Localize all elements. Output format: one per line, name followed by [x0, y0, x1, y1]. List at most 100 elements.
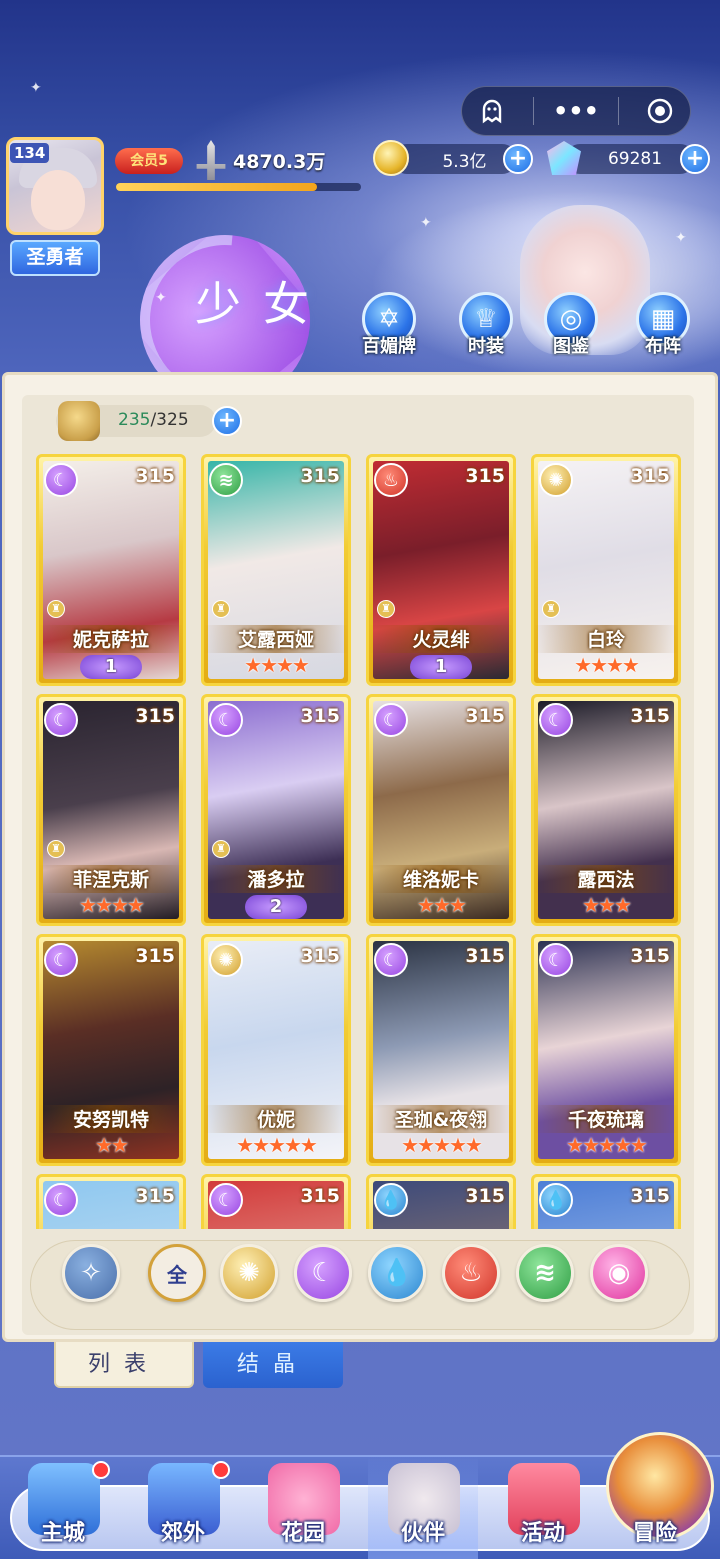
partner-name: 露西法: [534, 865, 678, 893]
partner-name: 菲涅克斯: [39, 865, 183, 893]
target-icon[interactable]: [642, 93, 678, 129]
partner-card[interactable]: ☾ 315 安努凯特 ★★: [36, 934, 186, 1166]
partner-level: 315: [465, 1185, 505, 1207]
formation-button-label: 布阵: [645, 336, 681, 357]
gem-value: 69281: [607, 149, 663, 169]
filter-fire-button[interactable]: ♨: [442, 1244, 500, 1302]
filter-star-button[interactable]: ◉: [590, 1244, 648, 1302]
element-filter-bar: [30, 1240, 690, 1330]
partner-level: 315: [300, 465, 340, 487]
filter-sun-button[interactable]: ✺: [220, 1244, 278, 1302]
notification-dot: [212, 1461, 230, 1479]
nav-label: 花园: [280, 1521, 325, 1546]
vip-badge[interactable]: 会员5: [115, 148, 183, 174]
capsule-divider: [533, 97, 535, 125]
partner-name: 白玲: [534, 625, 678, 653]
filter-wind-button[interactable]: ≋: [516, 1244, 574, 1302]
partner-card[interactable]: ☾ 315 千夜琉璃 ★★★★★: [531, 934, 681, 1166]
lock-icon: ♜: [212, 840, 230, 858]
nav-label: 郊外: [160, 1521, 205, 1546]
partner-name: 潘多拉: [204, 865, 348, 893]
partner-card[interactable]: ♨ 315 ♜ 火灵绯 1: [366, 454, 516, 686]
nav-adventure[interactable]: 冒险: [600, 1455, 710, 1559]
partner-card[interactable]: ☾ 315 露西法 ★★★: [531, 694, 681, 926]
partner-card[interactable]: 💧 315: [531, 1174, 681, 1229]
nav-gift[interactable]: 活动: [488, 1455, 598, 1559]
partner-level: 315: [300, 945, 340, 967]
formation-button[interactable]: ▦ 布阵: [630, 292, 696, 358]
partner-card[interactable]: ☾ 315: [201, 1174, 351, 1229]
partner-card[interactable]: ☾ 315 ♜ 妮克萨拉 1: [36, 454, 186, 686]
card-button[interactable]: ✡ 百媚牌: [356, 292, 422, 358]
more-icon[interactable]: •••: [553, 93, 599, 129]
roster-current: 235: [118, 410, 151, 430]
nav-label: 冒险: [632, 1521, 677, 1546]
filter-all-button[interactable]: 全: [148, 1244, 206, 1302]
partner-name: 火灵绯: [369, 625, 513, 653]
lock-icon: ♜: [47, 840, 65, 858]
nav-partner[interactable]: 伙伴: [368, 1455, 478, 1559]
fire-element-icon: ♨: [374, 463, 408, 497]
partner-level: 315: [135, 1185, 175, 1207]
partner-level: 315: [630, 465, 670, 487]
partner-level: 315: [465, 705, 505, 727]
filter-mode-button[interactable]: ✧: [62, 1244, 120, 1302]
ghost-icon[interactable]: [474, 93, 510, 129]
sparkle-icon: ✦: [30, 80, 42, 96]
star-rating: ★★★: [417, 893, 467, 917]
expand-roster-button[interactable]: +: [212, 406, 242, 436]
moon-element-icon: ☾: [44, 1183, 78, 1217]
star-rating: ★★: [95, 1133, 129, 1157]
partner-card[interactable]: ✺ 315 优妮 ★★★★★: [201, 934, 351, 1166]
partner-name: 安努凯特: [39, 1105, 183, 1133]
add-gems-button[interactable]: +: [680, 144, 710, 174]
partner-level: 315: [465, 945, 505, 967]
gallery-button[interactable]: ◎ 图鉴: [538, 292, 604, 358]
moon-element-icon: ☾: [539, 943, 573, 977]
partner-level: 315: [135, 705, 175, 727]
tab-list[interactable]: 列表: [54, 1342, 194, 1388]
sun-element-icon: ✺: [209, 943, 243, 977]
moon-element-icon: ☾: [44, 703, 78, 737]
roster-count-text: 235/325: [118, 410, 189, 430]
partner-level: 315: [630, 945, 670, 967]
awakening-badge: 2: [245, 895, 307, 919]
partner-name: 妮克萨拉: [39, 625, 183, 653]
partner-card[interactable]: 💧 315: [366, 1174, 516, 1229]
water-element-icon: 💧: [374, 1183, 408, 1217]
moon-element-icon: ☾: [374, 703, 408, 737]
outfit-button[interactable]: ♕ 时装: [453, 292, 519, 358]
star-rating: ★★★★: [244, 653, 310, 677]
filter-moon-button[interactable]: ☾: [294, 1244, 352, 1302]
nav-garden[interactable]: 花园: [248, 1455, 358, 1559]
lock-icon: ♜: [377, 600, 395, 618]
partner-card[interactable]: ☾ 315 维洛妮卡 ★★★: [366, 694, 516, 926]
partner-card[interactable]: ☾ 315 ♜ 潘多拉 2: [201, 694, 351, 926]
card-button-label: 百媚牌: [362, 336, 416, 357]
star-rating: ★★★★★: [401, 1133, 483, 1157]
lock-icon: ♜: [542, 600, 560, 618]
filter-water-button[interactable]: 💧: [368, 1244, 426, 1302]
nav-outskirts[interactable]: 郊外: [128, 1455, 238, 1559]
partner-card[interactable]: ≋ 315 ♜ 艾露西娅 ★★★★: [201, 454, 351, 686]
partner-card[interactable]: ☾ 315 ♜ 菲涅克斯 ★★★★: [36, 694, 186, 926]
partner-card[interactable]: ☾ 315 圣珈&夜翎 ★★★★★: [366, 934, 516, 1166]
avatar-face: [31, 170, 85, 230]
nav-label: 活动: [520, 1521, 565, 1546]
mini-program-capsule: •••: [461, 86, 691, 136]
partner-level: 315: [630, 1185, 670, 1207]
moon-element-icon: ☾: [539, 703, 573, 737]
power-value: 4870.3万: [233, 150, 326, 173]
sparkle-icon: ✦: [155, 290, 167, 306]
sun-element-icon: ✺: [539, 463, 573, 497]
tab-crystal[interactable]: 结晶: [203, 1342, 343, 1388]
partner-card[interactable]: ✺ 315 ♜ 白玲 ★★★★: [531, 454, 681, 686]
player-title-badge[interactable]: 圣勇者: [10, 240, 100, 276]
partner-card[interactable]: ☾ 315: [36, 1174, 186, 1229]
add-gold-button[interactable]: +: [503, 144, 533, 174]
star-rating: ★★★: [582, 893, 632, 917]
outfit-button-label: 时装: [468, 336, 504, 357]
partner-name: 优妮: [204, 1105, 348, 1133]
xp-bar: [116, 183, 361, 191]
nav-castle[interactable]: 主城: [8, 1455, 118, 1559]
